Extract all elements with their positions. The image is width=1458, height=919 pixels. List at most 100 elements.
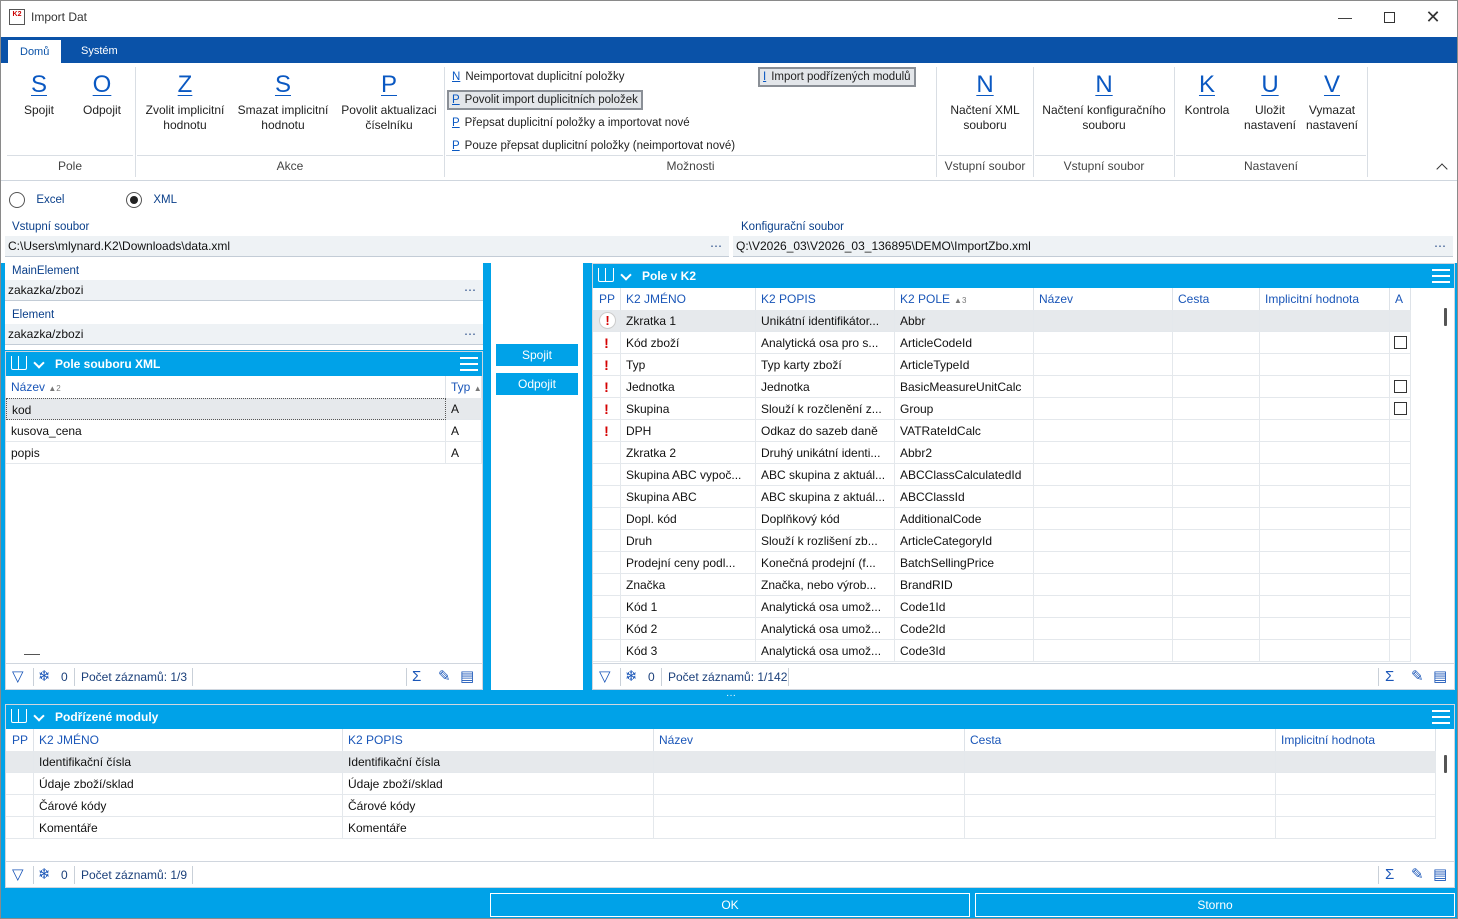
table-row-cell[interactable] [1034,376,1173,398]
table-row-cell[interactable]: Code3Id [895,640,1034,662]
table-row-cell[interactable] [1276,817,1436,839]
vertical-scrollbar[interactable] [1444,755,1447,773]
table-row-cell[interactable]: Group [895,398,1034,420]
table-row-cell[interactable]: ArticleTypeId [895,354,1034,376]
table-row-cell[interactable] [1173,618,1260,640]
table-row-cell[interactable]: Druhý unikátní identi... [756,442,895,464]
table-row-cell[interactable]: Značka, nebo výrob... [756,574,895,596]
table-row-cell[interactable] [1390,354,1411,376]
table-row-cell[interactable] [1260,486,1390,508]
radio-excel[interactable]: Excel [9,192,64,208]
table-row-cell[interactable]: Konečná prodejní (f... [756,552,895,574]
table-row-cell[interactable]: BatchSellingPrice [895,552,1034,574]
table-row-cell[interactable]: A [446,442,482,464]
table-row-cell[interactable]: Analytická osa pro s... [756,332,895,354]
table-row-cell[interactable]: Skupina [621,398,756,420]
table-row-cell[interactable] [1390,398,1411,420]
filter-icon[interactable]: ▽ [12,664,24,690]
table-row-cell[interactable]: Odkaz do sazeb daně [756,420,895,442]
table-row-cell[interactable]: Prodejní ceny podl... [621,552,756,574]
table-row-cell[interactable] [1390,618,1411,640]
table-row-cell[interactable] [1173,376,1260,398]
table-row-cell[interactable] [1034,552,1173,574]
nacteni-xml-button[interactable]: N Načtení XML souboru [943,71,1027,133]
table-row-cell[interactable]: BasicMeasureUnitCalc [895,376,1034,398]
export-icon[interactable]: ▤ [1433,862,1447,888]
ok-button[interactable]: OK [490,893,970,917]
col-k2-popis[interactable]: K2 POPIS [756,288,895,310]
input-file-field[interactable]: C:\Users\mlynard.K2\Downloads\data.xml ⋯ [5,236,729,257]
table-row-cell[interactable] [1260,640,1390,662]
chevron-down-icon[interactable] [33,357,45,369]
table-row-cell[interactable] [1034,310,1173,332]
table-row-cell[interactable]: ABCClassId [895,486,1034,508]
export-icon[interactable]: ▤ [1433,664,1447,690]
browse-config-button[interactable]: ⋯ [1434,236,1447,256]
table-row-cell[interactable] [1034,574,1173,596]
table-row-cell[interactable] [1260,464,1390,486]
table-row-cell[interactable] [1173,464,1260,486]
middle-spojit-button[interactable]: Spojit [495,343,579,367]
table-row-cell[interactable] [1034,486,1173,508]
table-row-cell[interactable]: Analytická osa umož... [756,640,895,662]
table-row-cell[interactable] [1276,795,1436,817]
col-nazev[interactable]: Název [1034,288,1173,310]
table-row-cell[interactable] [965,751,1276,773]
table-row-cell[interactable] [1173,552,1260,574]
table-row-cell[interactable]: Kód 3 [621,640,756,662]
table-row-cell[interactable] [1390,552,1411,574]
table-row-cell[interactable]: Značka [621,574,756,596]
table-row-cell[interactable] [1173,640,1260,662]
table-row-cell[interactable] [1034,596,1173,618]
table-row-cell[interactable]: Slouží k rozlišení zb... [756,530,895,552]
table-row-cell[interactable] [1260,618,1390,640]
sum-icon[interactable]: Σ [1385,664,1394,690]
table-row-cell[interactable]: Čárové kódy [34,795,343,817]
col-a[interactable]: A [1390,288,1411,310]
table-row-cell[interactable] [1034,640,1173,662]
collapse-ribbon-icon[interactable] [1436,163,1448,175]
table-row-cell[interactable] [1173,596,1260,618]
sum-icon[interactable]: Σ [1385,862,1394,888]
option-pouze-prepsat[interactable]: P Pouze přepsat duplicitní položky (neimp… [449,136,738,156]
filter-icon[interactable]: ▽ [12,862,24,888]
table-row-cell[interactable]: Abbr [895,310,1034,332]
table-row-cell[interactable]: A [446,398,482,420]
table-row-cell[interactable] [1260,552,1390,574]
table-row-cell[interactable] [1260,530,1390,552]
table-row-cell[interactable] [1173,332,1260,354]
table-row-cell[interactable]: Code1Id [895,596,1034,618]
table-row-cell[interactable] [1173,508,1260,530]
col-implicitni-hodnota[interactable]: Implicitní hodnota [1276,729,1436,751]
table-row-cell[interactable] [6,751,34,773]
table-row-cell[interactable]: Skupina ABC vypoč... [621,464,756,486]
table-row-cell[interactable] [1034,398,1173,420]
table-row-cell[interactable]: Kód 1 [621,596,756,618]
table-row-cell[interactable]: DPH [621,420,756,442]
table-row-cell[interactable]: Abbr2 [895,442,1034,464]
table-row-cell[interactable]: Zkratka 2 [621,442,756,464]
table-row-cell[interactable]: Kód zboží [621,332,756,354]
book-icon[interactable] [598,268,614,282]
config-file-field[interactable]: Q:\V2026_03\V2026_03_136895\DEMO\ImportZ… [733,236,1453,257]
table-row-cell[interactable] [1034,618,1173,640]
edit-icon[interactable]: ✎ [1411,862,1424,888]
table-row-cell[interactable] [654,773,965,795]
table-row-cell[interactable]: AdditionalCode [895,508,1034,530]
table-row-cell[interactable]: BrandRID [895,574,1034,596]
table-row-cell[interactable] [1390,332,1411,354]
table-row-cell[interactable]: Skupina ABC [621,486,756,508]
table-row-cell[interactable] [1173,530,1260,552]
table-row-cell[interactable]: ArticleCodeId [895,332,1034,354]
book-icon[interactable] [11,709,27,723]
table-row-cell[interactable] [1390,310,1411,332]
splitter-handle[interactable]: ··· [719,691,743,701]
table-row-cell[interactable]: popis [6,442,446,464]
option-neimportovat[interactable]: N Neimportovat duplicitní položky [449,67,627,87]
filter-icon[interactable]: ▽ [599,664,611,690]
table-row-cell[interactable] [1034,530,1173,552]
middle-odpojit-button[interactable]: Odpojit [495,372,579,396]
table-row-cell[interactable] [1260,376,1390,398]
tab-domu[interactable]: Domů [7,39,63,63]
table-row-cell[interactable] [1173,420,1260,442]
